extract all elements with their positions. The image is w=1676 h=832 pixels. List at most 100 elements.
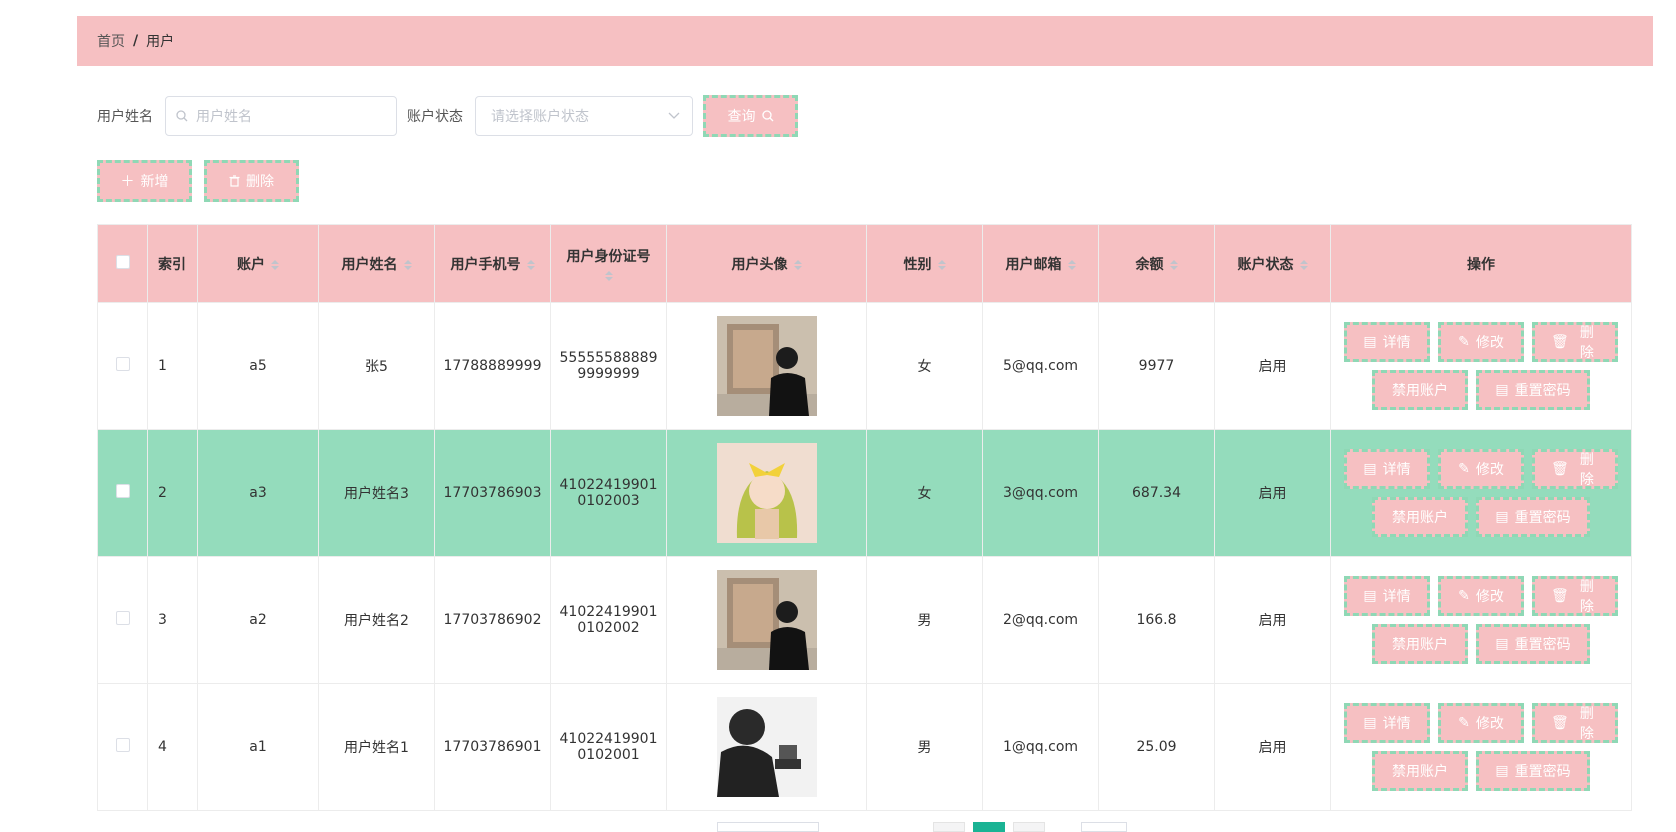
header-account-label: 账户 — [237, 256, 265, 273]
table-row[interactable]: 2 a3 用户姓名3 17703786903 41022419901 010200… — [97, 429, 1632, 557]
row-checkbox[interactable] — [115, 484, 130, 498]
row-name: 用户姓名2 — [318, 556, 435, 684]
header-account[interactable]: 账户 — [197, 224, 319, 303]
row-name: 用户姓名3 — [318, 429, 435, 557]
header-balance[interactable]: 余额 — [1098, 224, 1215, 303]
sort-icon[interactable] — [604, 270, 613, 281]
reset-password-button[interactable]: ▤ 重置密码 — [1476, 751, 1590, 791]
breadcrumb-separator: / — [133, 33, 139, 49]
detail-button[interactable]: ▤ 详情 — [1344, 703, 1430, 743]
header-phone[interactable]: 用户手机号 — [434, 224, 551, 303]
header-avatar-label: 用户头像 — [731, 256, 788, 273]
document-icon: ▤ — [1363, 461, 1377, 477]
disable-account-button[interactable]: 禁用账户 — [1372, 624, 1468, 664]
prev-page-button[interactable] — [933, 822, 965, 832]
row-account: a2 — [197, 556, 319, 684]
sort-icon[interactable] — [937, 259, 946, 270]
trash-icon: 🗑 — [1551, 588, 1569, 604]
disable-label: 禁用账户 — [1392, 383, 1448, 399]
header-status[interactable]: 账户状态 — [1214, 224, 1331, 303]
row-avatar-cell — [666, 556, 867, 684]
status-select[interactable]: 请选择账户状态 — [475, 96, 693, 136]
edit-button[interactable]: ✎ 修改 — [1438, 576, 1524, 616]
header-idcard[interactable]: 用户身份证号 — [550, 224, 667, 303]
disable-account-button[interactable]: 禁用账户 — [1372, 751, 1468, 791]
sort-icon[interactable] — [1299, 259, 1308, 270]
detail-button[interactable]: ▤ 详情 — [1344, 322, 1430, 362]
sort-icon[interactable] — [403, 259, 412, 270]
disable-label: 禁用账户 — [1392, 764, 1448, 780]
name-search-input[interactable]: 用户姓名 — [165, 96, 397, 136]
row-index: 1 — [147, 302, 198, 430]
detail-button[interactable]: ▤ 详情 — [1344, 449, 1430, 489]
select-all-checkbox[interactable] — [115, 254, 130, 269]
row-balance: 9977 — [1098, 302, 1215, 430]
page-button[interactable] — [973, 822, 1005, 832]
sort-icon[interactable] — [526, 259, 535, 270]
detail-button[interactable]: ▤ 详情 — [1344, 576, 1430, 616]
page-jump-input[interactable] — [1081, 822, 1127, 832]
row-delete-button[interactable]: 🗑 删除 — [1532, 322, 1618, 362]
edit-button[interactable]: ✎ 修改 — [1438, 322, 1524, 362]
header-email[interactable]: 用户邮箱 — [982, 224, 1099, 303]
row-idcard-line1: 41022419901 — [559, 477, 658, 493]
query-button[interactable]: 查询 — [703, 95, 798, 137]
header-gender[interactable]: 性别 — [866, 224, 983, 303]
row-idcard-line1: 55555588889 — [559, 350, 658, 366]
document-icon: ▤ — [1495, 636, 1509, 652]
document-icon: ▤ — [1363, 334, 1377, 350]
row-select-cell[interactable] — [97, 683, 148, 811]
disable-account-button[interactable]: 禁用账户 — [1372, 497, 1468, 537]
edit-label: 修改 — [1475, 462, 1504, 478]
sort-icon[interactable] — [271, 259, 279, 270]
page-size-select[interactable] — [717, 822, 819, 832]
header-index: 索引 — [147, 224, 198, 303]
pencil-icon: ✎ — [1458, 334, 1470, 350]
row-select-cell[interactable] — [97, 429, 148, 557]
reset-password-button[interactable]: ▤ 重置密码 — [1476, 497, 1590, 537]
query-button-label: 查询 — [727, 109, 756, 125]
row-delete-button[interactable]: 🗑 删除 — [1532, 449, 1618, 489]
reset-password-button[interactable]: ▤ 重置密码 — [1476, 370, 1590, 410]
edit-button[interactable]: ✎ 修改 — [1438, 703, 1524, 743]
add-button-label: 新增 — [140, 174, 169, 190]
avatar[interactable] — [716, 570, 817, 670]
search-icon — [176, 110, 188, 122]
disable-account-button[interactable]: 禁用账户 — [1372, 370, 1468, 410]
row-avatar-cell — [666, 302, 867, 430]
row-checkbox[interactable] — [115, 738, 130, 752]
add-button[interactable]: ＋ 新增 — [97, 160, 192, 202]
document-icon: ▤ — [1495, 509, 1509, 525]
table-row[interactable]: 1 a5 张5 17788889999 55555588889 9999999 女… — [97, 302, 1632, 430]
row-idcard: 41022419901 0102003 — [550, 429, 667, 557]
delete-button[interactable]: 删除 — [204, 160, 299, 202]
breadcrumb-home[interactable]: 首页 — [97, 31, 125, 51]
avatar[interactable] — [716, 316, 817, 416]
row-checkbox[interactable] — [115, 357, 130, 371]
select-all-header[interactable] — [97, 224, 148, 303]
header-name-label: 用户姓名 — [341, 256, 398, 273]
row-delete-button[interactable]: 🗑 删除 — [1532, 576, 1618, 616]
row-idcard-line2: 0102003 — [577, 493, 640, 509]
header-name[interactable]: 用户姓名 — [318, 224, 435, 303]
next-page-button[interactable] — [1013, 822, 1045, 832]
sort-icon[interactable] — [793, 259, 802, 270]
avatar[interactable] — [716, 443, 817, 543]
search-icon — [761, 110, 773, 122]
row-delete-button[interactable]: 🗑 删除 — [1532, 703, 1618, 743]
reset-password-button[interactable]: ▤ 重置密码 — [1476, 624, 1590, 664]
table-row[interactable]: 4 a1 用户姓名1 17703786901 41022419901 010200… — [97, 683, 1632, 811]
avatar[interactable] — [716, 697, 817, 797]
sort-icon[interactable] — [1169, 259, 1178, 270]
sort-icon[interactable] — [1067, 259, 1076, 270]
row-select-cell[interactable] — [97, 302, 148, 430]
row-status: 启用 — [1214, 556, 1331, 684]
table-row[interactable]: 3 a2 用户姓名2 17703786902 41022419901 010200… — [97, 556, 1632, 684]
edit-button[interactable]: ✎ 修改 — [1438, 449, 1524, 489]
header-avatar[interactable]: 用户头像 — [666, 224, 867, 303]
row-checkbox[interactable] — [115, 611, 130, 625]
reset-label: 重置密码 — [1514, 510, 1571, 526]
row-select-cell[interactable] — [97, 556, 148, 684]
toolbar: ＋ 新增 删除 — [97, 160, 299, 202]
edit-label: 修改 — [1475, 335, 1504, 351]
